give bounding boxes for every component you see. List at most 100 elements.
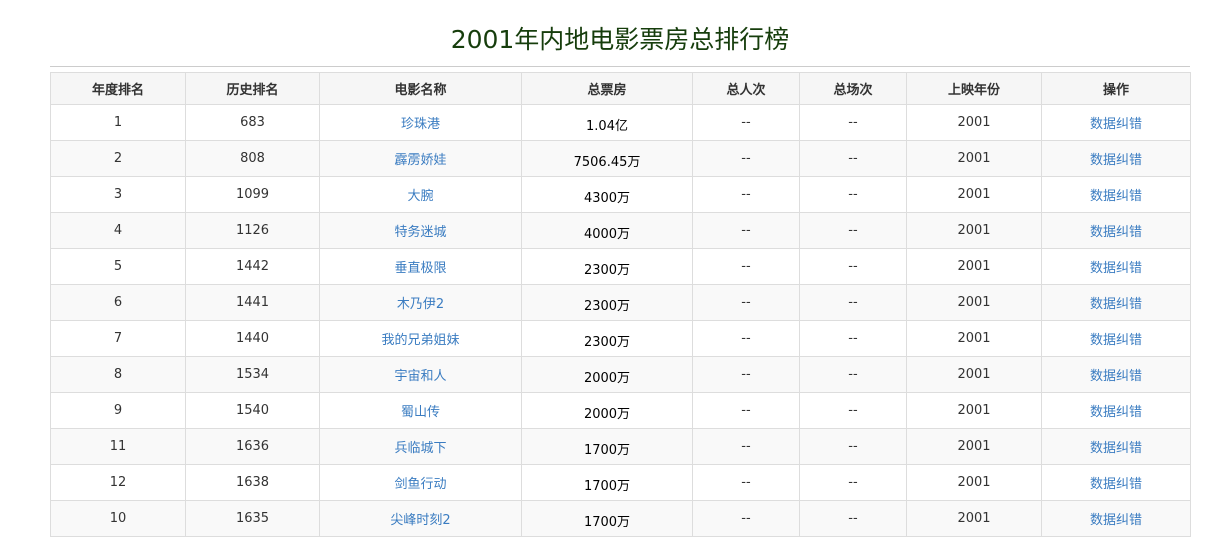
attendance: -- [692,140,800,177]
box-office: 7506.45万 [521,140,693,177]
divider [50,66,1190,67]
history-rank: 1441 [185,284,320,321]
table-row: 8 1534 宇宙和人 2000万 -- -- 2001 数据纠错 [50,356,1191,393]
movie-link[interactable]: 宇宙和人 [394,369,446,384]
report-error-link[interactable]: 数据纠错 [1090,297,1142,312]
screenings: -- [799,104,907,141]
table-row: 4 1126 特务迷城 4000万 -- -- 2001 数据纠错 [50,212,1191,249]
box-office: 2000万 [521,392,693,429]
report-error-link[interactable]: 数据纠错 [1090,333,1142,348]
table-row: 12 1638 剑鱼行动 1700万 -- -- 2001 数据纠错 [50,464,1191,501]
movie-link[interactable]: 特务迷城 [394,225,446,240]
attendance: -- [692,428,800,465]
movie-link[interactable]: 我的兄弟姐妹 [381,333,459,348]
movie-link[interactable]: 霹雳娇娃 [394,153,446,168]
movie-link[interactable]: 木乃伊2 [397,297,444,312]
attendance: -- [692,176,800,213]
release-year: 2001 [906,320,1042,357]
year-rank: 6 [50,284,186,321]
box-office: 2300万 [521,248,693,285]
movie-link[interactable]: 珍珠港 [401,117,440,132]
year-rank: 10 [50,500,186,537]
attendance: -- [692,320,800,357]
movie-link[interactable]: 大腕 [407,189,433,204]
box-office: 4000万 [521,212,693,249]
attendance: -- [692,212,800,249]
report-error-link[interactable]: 数据纠错 [1090,405,1142,420]
header-box-office: 总票房 [521,72,693,105]
attendance: -- [692,392,800,429]
page-title: 2001年内地电影票房总排行榜 [450,25,790,54]
box-office: 1700万 [521,464,693,501]
year-rank: 5 [50,248,186,285]
history-rank: 1126 [185,212,320,249]
year-rank: 2 [50,140,186,177]
box-office-table: 年度排名 历史排名 电影名称 总票房 总人次 总场次 上映年份 操作 1 683 珍… [50,72,1191,537]
release-year: 2001 [906,140,1042,177]
attendance: -- [692,356,800,393]
report-error-link[interactable]: 数据纠错 [1090,441,1142,456]
report-error-link[interactable]: 数据纠错 [1090,477,1142,492]
movie-link[interactable]: 尖峰时刻2 [390,513,450,528]
header-action: 操作 [1041,72,1191,105]
report-error-link[interactable]: 数据纠错 [1090,225,1142,240]
report-error-link[interactable]: 数据纠错 [1090,117,1142,132]
attendance: -- [692,248,800,285]
movie-link[interactable]: 蜀山传 [401,405,440,420]
attendance: -- [692,464,800,501]
history-rank: 1635 [185,500,320,537]
report-error-link[interactable]: 数据纠错 [1090,261,1142,276]
table-row: 5 1442 垂直极限 2300万 -- -- 2001 数据纠错 [50,248,1191,285]
year-rank: 7 [50,320,186,357]
screenings: -- [799,320,907,357]
year-rank: 9 [50,392,186,429]
table-row: 7 1440 我的兄弟姐妹 2300万 -- -- 2001 数据纠错 [50,320,1191,357]
year-rank: 8 [50,356,186,393]
history-rank: 808 [185,140,320,177]
year-rank: 4 [50,212,186,249]
year-rank: 1 [50,104,186,141]
movie-link[interactable]: 兵临城下 [394,441,446,456]
attendance: -- [692,284,800,321]
header-release-year: 上映年份 [906,72,1042,105]
release-year: 2001 [906,104,1042,141]
box-office: 4300万 [521,176,693,213]
screenings: -- [799,464,907,501]
box-office: 2300万 [521,284,693,321]
report-error-link[interactable]: 数据纠错 [1090,513,1142,528]
box-office: 2000万 [521,356,693,393]
report-error-link[interactable]: 数据纠错 [1090,153,1142,168]
report-error-link[interactable]: 数据纠错 [1090,189,1142,204]
release-year: 2001 [906,176,1042,213]
movie-link[interactable]: 垂直极限 [394,261,446,276]
release-year: 2001 [906,212,1042,249]
year-rank: 3 [50,176,186,213]
box-office: 2300万 [521,320,693,357]
table-row: 3 1099 大腕 4300万 -- -- 2001 数据纠错 [50,176,1191,213]
release-year: 2001 [906,284,1042,321]
header-screenings: 总场次 [799,72,907,105]
box-office: 1700万 [521,428,693,465]
screenings: -- [799,248,907,285]
box-office: 1700万 [521,500,693,537]
year-rank: 11 [50,428,186,465]
header-movie-name: 电影名称 [319,72,522,105]
release-year: 2001 [906,428,1042,465]
release-year: 2001 [906,500,1042,537]
header-history-rank: 历史排名 [185,72,320,105]
table-row: 2 808 霹雳娇娃 7506.45万 -- -- 2001 数据纠错 [50,140,1191,177]
release-year: 2001 [906,248,1042,285]
table-row: 6 1441 木乃伊2 2300万 -- -- 2001 数据纠错 [50,284,1191,321]
screenings: -- [799,176,907,213]
attendance: -- [692,104,800,141]
history-rank: 1636 [185,428,320,465]
screenings: -- [799,392,907,429]
movie-link[interactable]: 剑鱼行动 [394,477,446,492]
history-rank: 1540 [185,392,320,429]
history-rank: 1440 [185,320,320,357]
screenings: -- [799,212,907,249]
year-rank: 12 [50,464,186,501]
screenings: -- [799,428,907,465]
report-error-link[interactable]: 数据纠错 [1090,369,1142,384]
history-rank: 1099 [185,176,320,213]
